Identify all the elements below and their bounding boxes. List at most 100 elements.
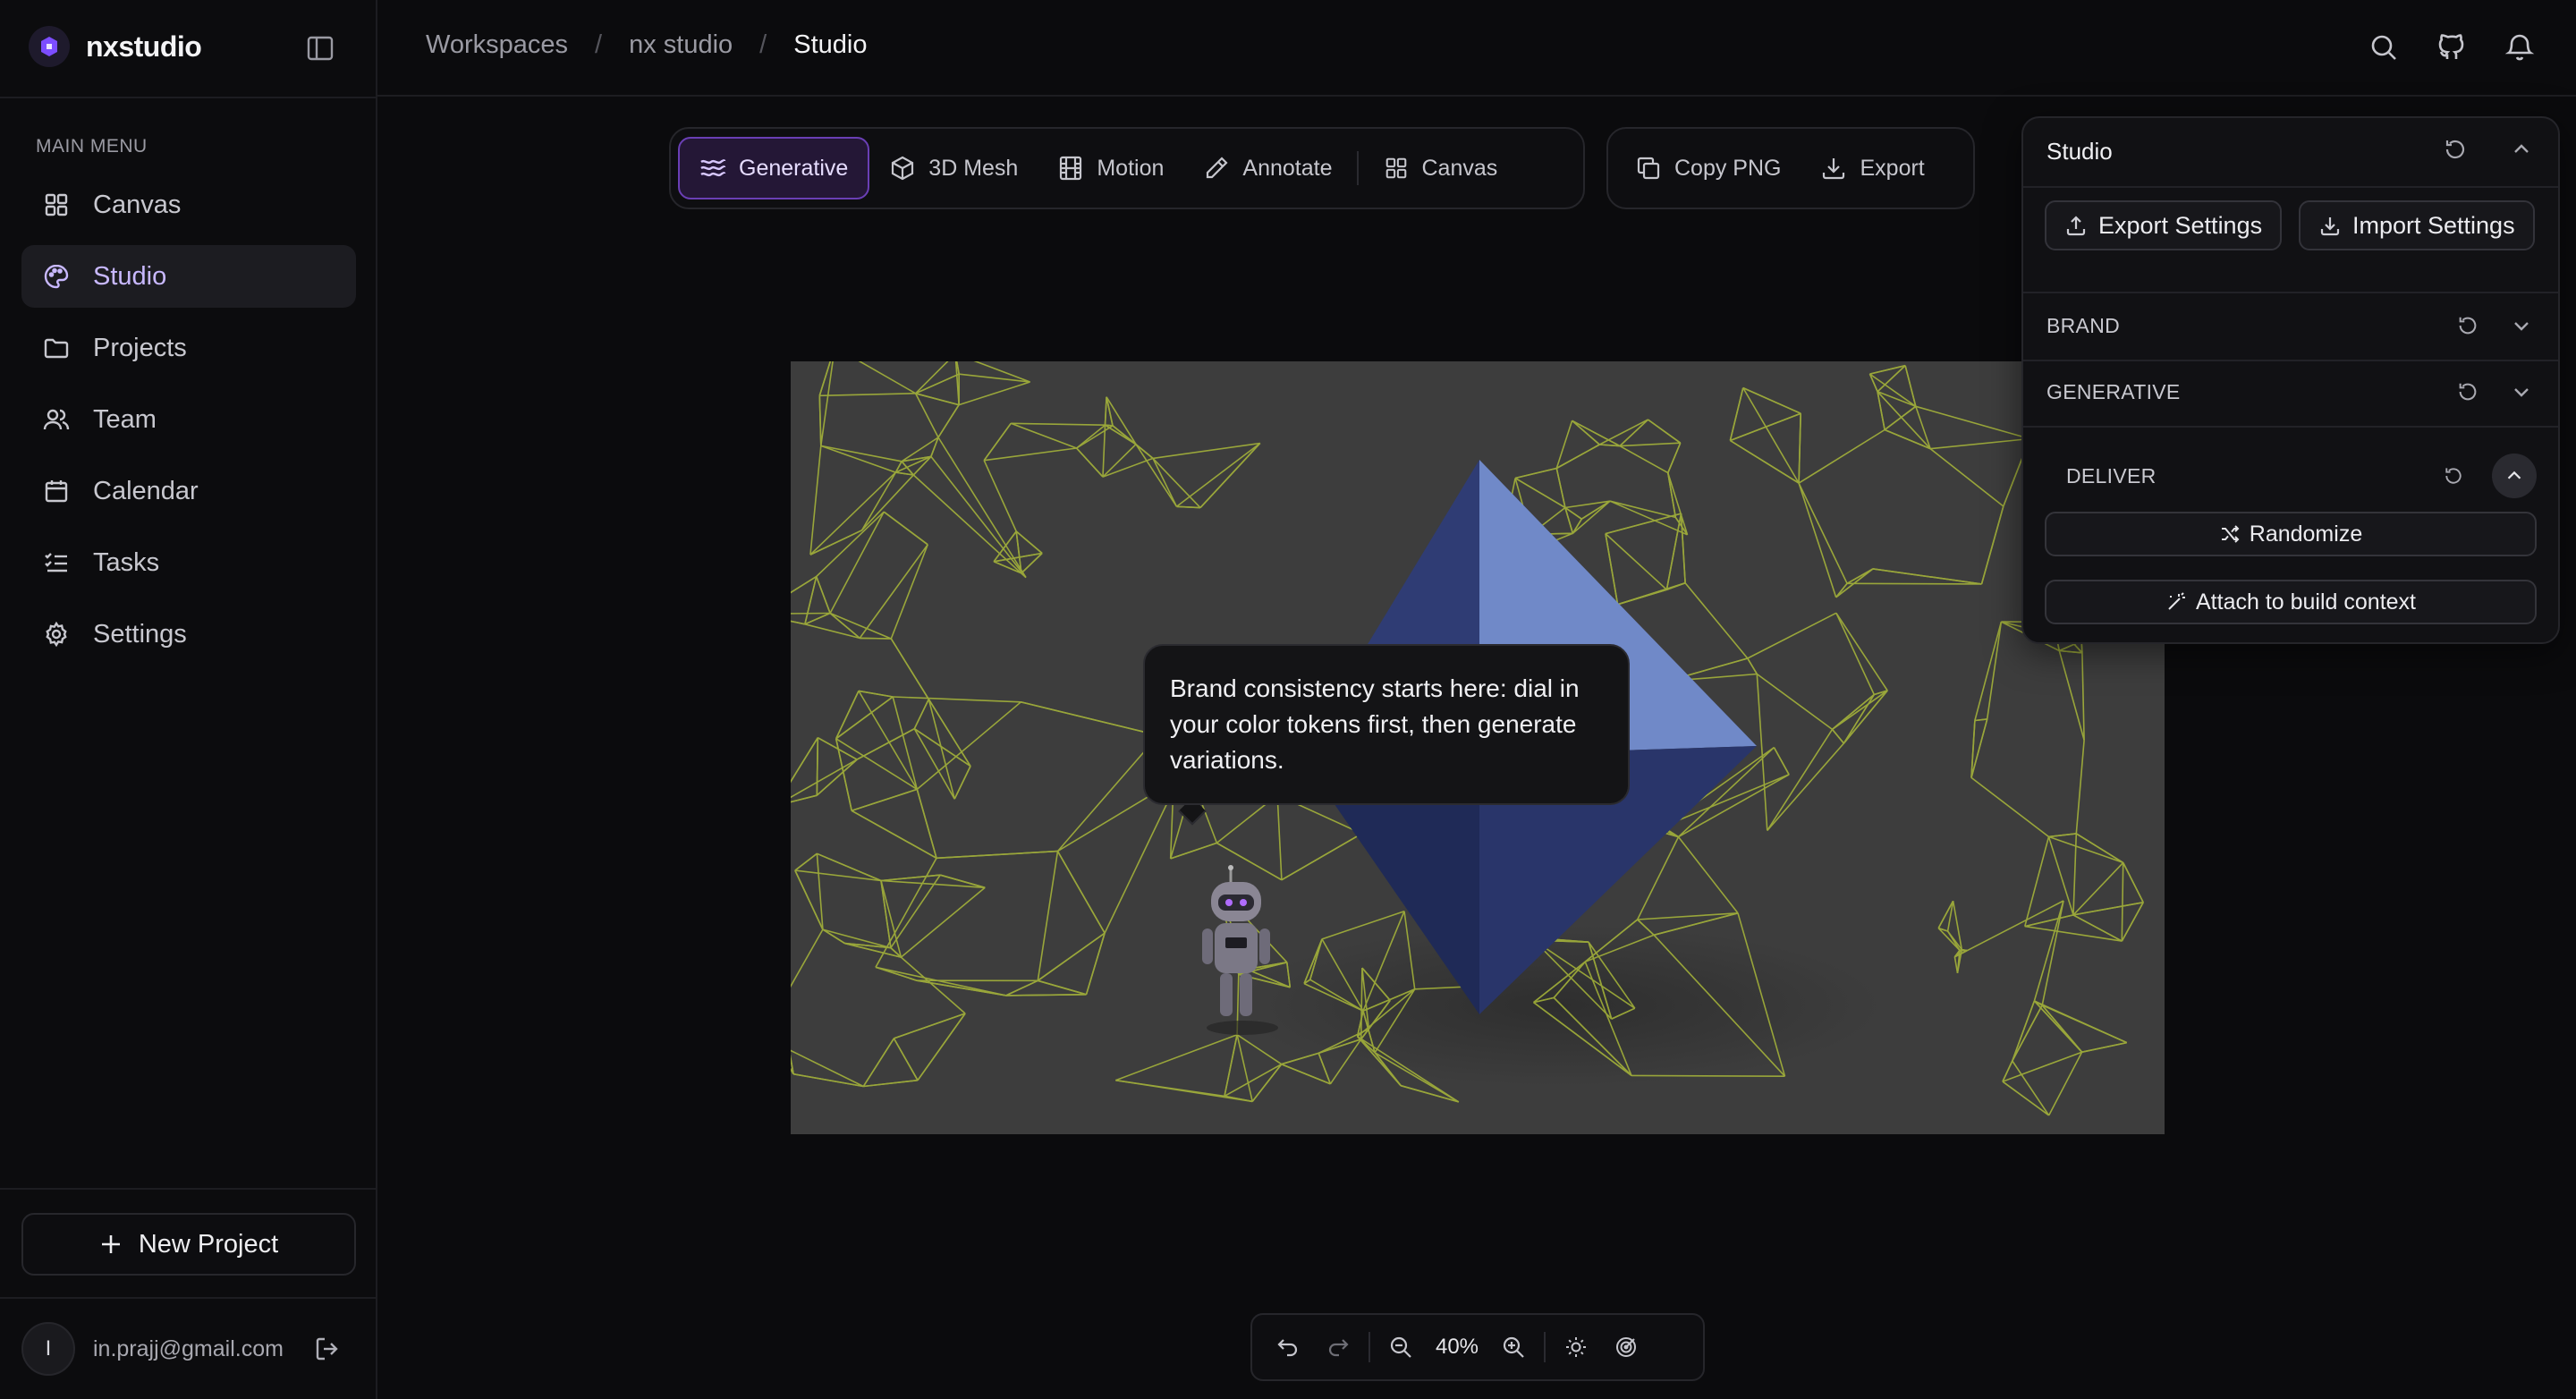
wireframe-edge [1011, 422, 1106, 426]
wireframe-edge [2081, 1041, 2127, 1053]
chevron-up-icon[interactable] [2492, 454, 2537, 498]
wireframe-edge [1619, 419, 1649, 447]
tab-annotate[interactable]: Annotate [1183, 137, 1352, 199]
wireframe-edge [1747, 657, 1758, 674]
cube-icon [892, 156, 914, 181]
wireframe-edge [1677, 836, 1739, 914]
wireframe-edge [915, 373, 960, 394]
wireframe-edge [1742, 387, 1800, 484]
wireframe-edge [913, 699, 930, 730]
wireframe-edge [861, 474, 914, 531]
wireframe-edge [2075, 740, 2085, 834]
sidebar-item-tasks[interactable]: Tasks [21, 531, 356, 594]
sun-icon[interactable] [1551, 1322, 1601, 1372]
wireframe-edge [1056, 851, 1106, 934]
chevron-down-icon[interactable] [2506, 310, 2537, 341]
section-generative[interactable]: GENERATIVE [2046, 374, 2537, 410]
wireframe-edge [1102, 444, 1137, 478]
redo-icon[interactable] [1313, 1322, 1363, 1372]
bell-icon[interactable] [2499, 27, 2540, 68]
chevron-down-icon[interactable] [2506, 377, 2537, 407]
sidebar-item-settings[interactable]: Settings [21, 603, 356, 666]
wireframe-edge [1667, 472, 1689, 536]
sidebar-item-projects[interactable]: Projects [21, 317, 356, 379]
target-icon[interactable] [1601, 1322, 1651, 1372]
wireframe-edge [1835, 612, 1876, 695]
wireframe-edge [1281, 833, 1362, 881]
download-icon [2320, 217, 2340, 236]
users-icon [43, 409, 70, 430]
wireframe-edge [1847, 582, 1982, 585]
wireframe-edge [791, 928, 824, 988]
sidebar-item-team[interactable]: Team [21, 388, 356, 451]
wireframe-edge [1115, 1033, 1238, 1081]
wireframe-edge [2058, 650, 2085, 741]
logout-icon[interactable] [309, 1331, 345, 1367]
wireframe-edge [820, 361, 834, 446]
new-project-button[interactable]: New Project [21, 1213, 356, 1276]
sidebar-item-label: Tasks [93, 547, 160, 577]
attach-to-build-context-button[interactable]: Attach to build context [2045, 580, 2537, 624]
reset-icon[interactable] [2453, 310, 2483, 341]
new-project-label: New Project [138, 1229, 279, 1259]
brand[interactable]: nxstudio [29, 25, 202, 68]
github-icon[interactable] [2431, 27, 2472, 68]
breadcrumb-workspaces[interactable]: Workspaces [426, 30, 568, 60]
sidebar-toggle-icon[interactable] [302, 32, 338, 64]
avatar[interactable]: I [21, 1322, 75, 1376]
section-brand[interactable]: BRAND [2046, 308, 2537, 343]
shuffle-icon [2221, 525, 2240, 543]
reset-icon[interactable] [2440, 134, 2470, 165]
wireframe-edge [1555, 468, 1566, 508]
wireframe-edge [1966, 900, 2064, 952]
randomize-label: Randomize [2249, 521, 2363, 547]
calendar-icon [45, 480, 68, 503]
zoom-in-icon[interactable] [1488, 1322, 1538, 1372]
wireframe-edge [1037, 932, 1106, 981]
wireframe-edge [835, 691, 860, 740]
wireframe-edge [1112, 425, 1154, 460]
chevron-up-icon[interactable] [2506, 134, 2537, 165]
tab-canvas[interactable]: Canvas [1364, 137, 1517, 199]
import-settings-button[interactable]: Import Settings [2299, 200, 2535, 250]
section-deliver[interactable]: DELIVER [2066, 454, 2537, 498]
wireframe-edge [1010, 422, 1077, 449]
wireframe-edge [794, 852, 818, 871]
wireframe-edge [912, 474, 1027, 579]
export-button[interactable]: Export [1801, 137, 1944, 199]
wireframe-edge [1514, 467, 1557, 479]
sidebar-item-calendar[interactable]: Calendar [21, 460, 356, 522]
breadcrumb-separator: / [595, 30, 603, 59]
wireframe-edge [915, 361, 949, 394]
sidebar-item-label: Settings [93, 619, 187, 649]
wireframe-edge [1598, 419, 1648, 445]
tab-generative[interactable]: Generative [678, 137, 870, 199]
sidebar-item-label: Team [93, 404, 157, 434]
section-label: DELIVER [2066, 463, 2157, 488]
wireframe-edge [2012, 1005, 2043, 1062]
randomize-button[interactable]: Randomize [2045, 512, 2537, 556]
sidebar-item-studio[interactable]: Studio [21, 245, 356, 308]
sidebar-item-label: Calendar [93, 476, 199, 505]
sidebar-divider [0, 97, 376, 98]
tab-motion[interactable]: Motion [1038, 137, 1183, 199]
wireframe-edge [1105, 424, 1114, 427]
wireframe-edge [829, 612, 892, 640]
magic-wand-icon [2168, 592, 2185, 610]
wireframe-edge [883, 511, 928, 546]
wireframe-edge [860, 637, 892, 640]
tab-label: Motion [1097, 155, 1165, 181]
zoom-out-icon[interactable] [1376, 1322, 1426, 1372]
wireframe-edge [2033, 1000, 2083, 1053]
tab-3d-mesh[interactable]: 3D Mesh [869, 137, 1038, 199]
wireframe-edge [862, 1038, 895, 1087]
export-settings-button[interactable]: Export Settings [2045, 200, 2283, 250]
wireframe-edge [1756, 674, 1768, 831]
reset-icon[interactable] [2453, 377, 2483, 407]
reset-icon[interactable] [2438, 461, 2469, 491]
sidebar-item-canvas[interactable]: Canvas [21, 174, 356, 236]
copy-png-button[interactable]: Copy PNG [1615, 137, 1801, 199]
search-icon[interactable] [2363, 27, 2404, 68]
breadcrumb-nx-studio[interactable]: nx studio [629, 30, 733, 60]
undo-icon[interactable] [1263, 1322, 1313, 1372]
